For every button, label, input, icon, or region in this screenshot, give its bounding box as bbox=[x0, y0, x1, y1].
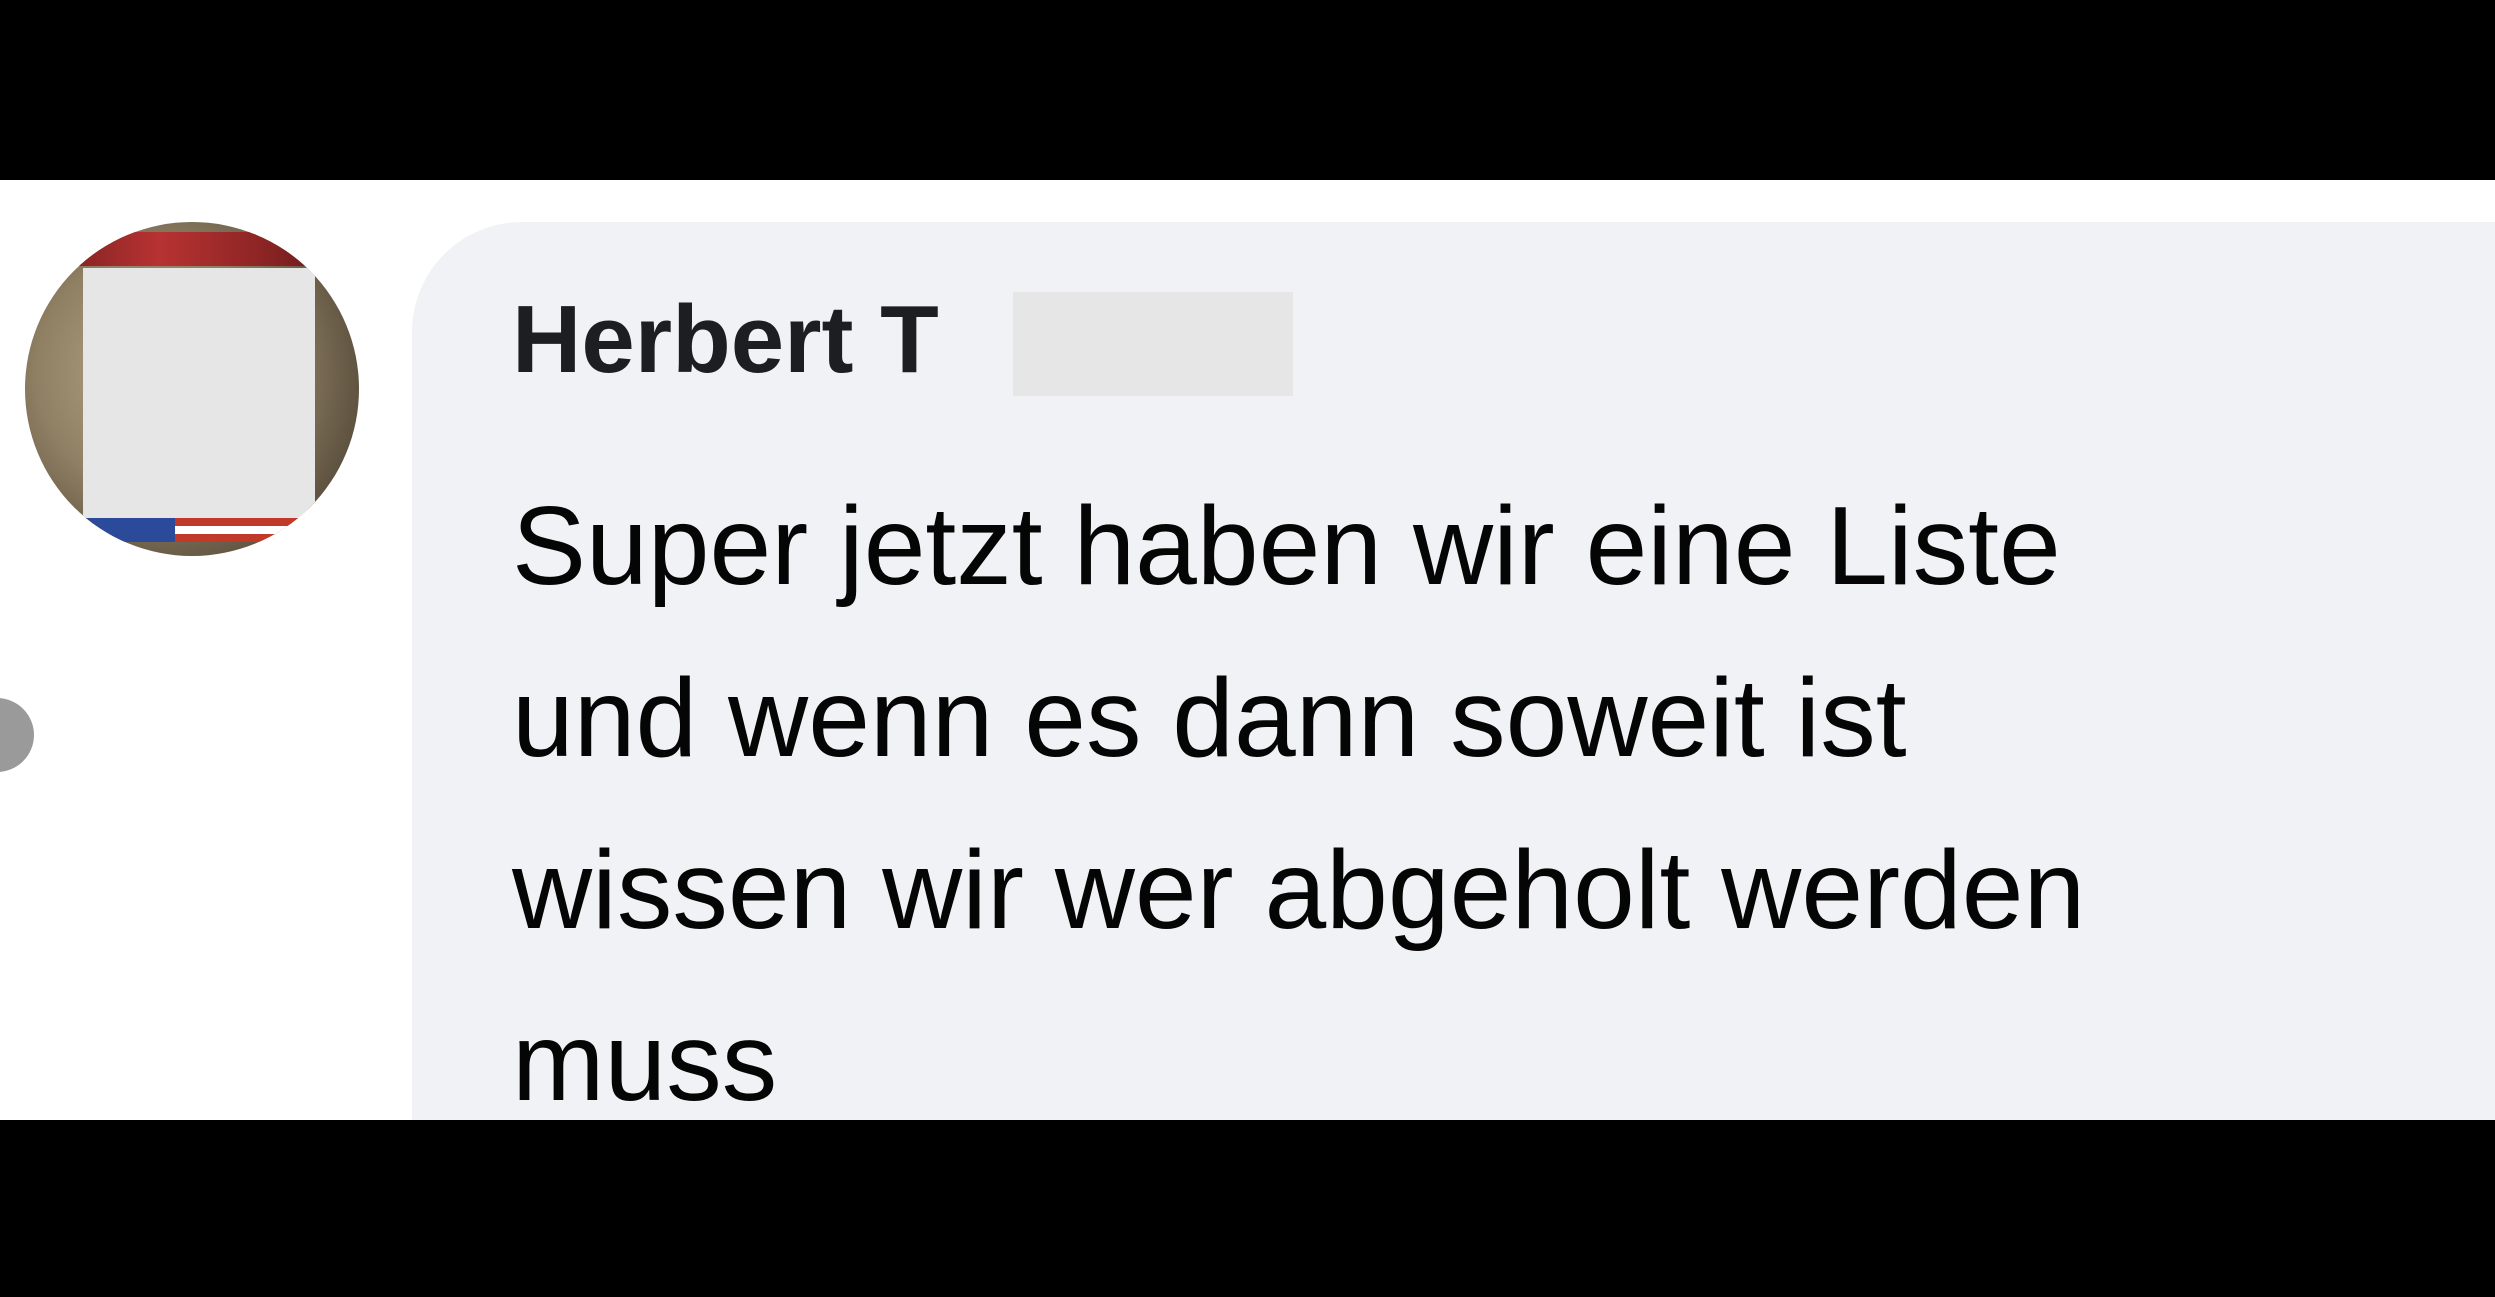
comment-line: wissen wir wer abgeholt werden bbox=[512, 828, 2086, 952]
avatar-banner-graphic bbox=[25, 232, 359, 266]
comment-line: und wenn es dann soweit ist bbox=[512, 656, 1907, 780]
comment-line: muss bbox=[512, 1000, 778, 1120]
collapse-handle[interactable]: ‹ bbox=[0, 698, 34, 772]
comment-author-name[interactable]: Herbert T bbox=[512, 290, 939, 390]
screenshot-frame: ‹ Herbert T Super jetzt haben wir eine L… bbox=[0, 0, 2495, 1297]
comment-text: Super jetzt haben wir eine Liste und wen… bbox=[512, 460, 2472, 1120]
author-surname-redaction bbox=[1013, 292, 1293, 396]
comment-line: Super jetzt haben wir eine Liste bbox=[512, 484, 2061, 608]
commenter-avatar[interactable] bbox=[25, 222, 359, 556]
comment-thread: ‹ Herbert T Super jetzt haben wir eine L… bbox=[0, 180, 2495, 1120]
avatar-redaction-box bbox=[83, 268, 315, 518]
